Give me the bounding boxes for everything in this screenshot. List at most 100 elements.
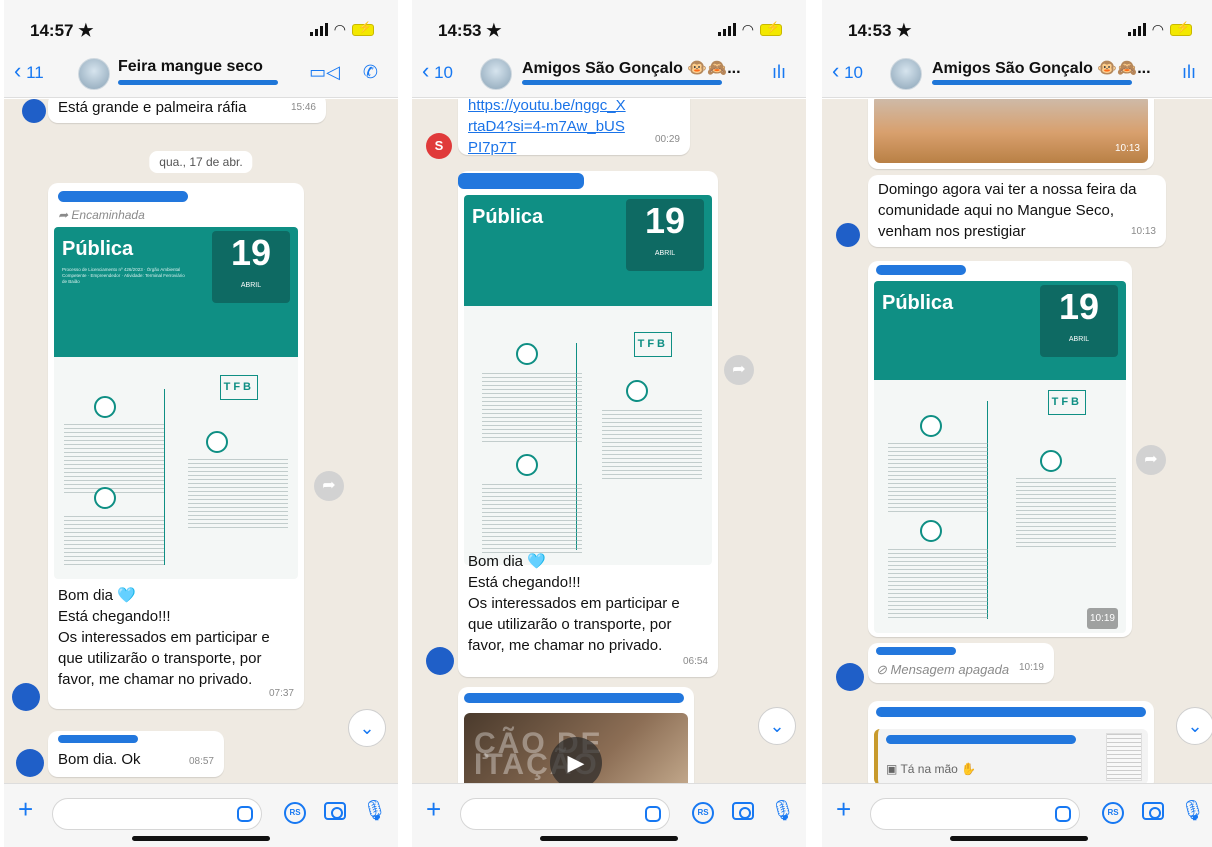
- back-button[interactable]: ‹ 11: [14, 60, 44, 83]
- forward-button[interactable]: ➦: [314, 471, 344, 501]
- camera-small-icon: ▣: [886, 762, 901, 776]
- camera-icon[interactable]: [1142, 802, 1164, 820]
- poster-text-block: [888, 442, 988, 513]
- scroll-down-button[interactable]: ⌄: [348, 709, 386, 747]
- signal-icon: [1127, 23, 1146, 36]
- poster-image[interactable]: Pública Processo de Licenciamento nº 426…: [54, 227, 298, 579]
- chat-area[interactable]: 10:13 Domingo agora vai ter a nossa feir…: [822, 99, 1212, 783]
- poster-title: Pública: [882, 292, 954, 314]
- phone-call-icon[interactable]: ✆: [363, 62, 378, 83]
- forward-icon: ➦: [58, 208, 72, 222]
- camera-icon[interactable]: [324, 802, 346, 820]
- deleted-label: ⊘ Mensagem apagada: [876, 662, 1010, 677]
- play-icon[interactable]: ▶: [550, 737, 602, 783]
- chat-title[interactable]: Amigos São Gonçalo 🐵🙈...: [932, 58, 1151, 78]
- poster-tfb-logo: TFB: [633, 331, 672, 357]
- status-icons: ◠: [309, 21, 374, 38]
- message-bubble[interactable]: Domingo agora vai ter a nossa feira da c…: [868, 175, 1166, 247]
- group-avatar[interactable]: [890, 58, 922, 90]
- lightbulb-icon: [94, 395, 116, 418]
- poster-header: Pública Processo de Licenciamento nº 426…: [54, 227, 298, 358]
- wifi-icon: ◠: [333, 21, 346, 37]
- microphone-icon[interactable]: 🎙: [770, 798, 795, 823]
- image-message[interactable]: 10:13: [868, 99, 1154, 169]
- date-divider: qua., 17 de abr.: [149, 151, 253, 173]
- back-button[interactable]: ‹ 10: [832, 60, 863, 83]
- sticker-icon[interactable]: [1055, 806, 1071, 822]
- status-bar: 14:53 ★ ◠: [822, 0, 1212, 50]
- rs-icon[interactable]: RS: [692, 802, 714, 824]
- scroll-down-button[interactable]: ⌄: [758, 707, 796, 745]
- poster-title: Pública: [472, 206, 544, 228]
- quoted-message[interactable]: ▣ Tá na mão ✋: [874, 729, 1148, 783]
- message-bubble[interactable]: Está grande e palmeira ráfia 15:46: [48, 99, 326, 123]
- reply-message[interactable]: ▣ Tá na mão ✋: [868, 701, 1154, 783]
- scroll-down-button[interactable]: ⌄: [1176, 707, 1212, 745]
- chevron-down-icon: ⌄: [1187, 716, 1203, 736]
- rs-icon[interactable]: RS: [284, 802, 306, 824]
- quote-thumbnail: [1106, 733, 1142, 781]
- youtube-link[interactable]: https://youtu.be/nggc_XrtaD4?si=4-m7Aw_b…: [468, 99, 628, 158]
- group-avatar[interactable]: [78, 58, 110, 90]
- poster-image[interactable]: Pública 19 ABRIL TFB: [464, 195, 712, 565]
- image-message[interactable]: Pública 19 ABRIL TFB 10:19: [868, 261, 1132, 637]
- wifi-icon: ◠: [1151, 21, 1164, 37]
- people-icon: [626, 380, 648, 402]
- message-input[interactable]: [870, 798, 1080, 830]
- message-bubble[interactable]: Bom dia. Ok 08:57: [48, 731, 224, 777]
- microphone-icon[interactable]: 🎙: [362, 798, 387, 823]
- chat-area[interactable]: https://youtu.be/nggc_XrtaD4?si=4-m7Aw_b…: [412, 99, 806, 783]
- video-thumbnail[interactable]: ÇÃO DE ITAÇÃO ▶: [464, 713, 688, 783]
- unread-count: 10: [844, 63, 863, 82]
- phone-1: 14:57 ★ ◠ ‹ 11 Feira mangue seco ▭◁ ✆ Es…: [4, 0, 398, 847]
- audio-call-icon[interactable]: ılı: [1182, 62, 1196, 83]
- microphone-icon: [516, 454, 538, 476]
- sticker-icon[interactable]: [237, 806, 253, 822]
- link-message[interactable]: https://youtu.be/nggc_XrtaD4?si=4-m7Aw_b…: [458, 99, 690, 158]
- video-call-icon[interactable]: ▭◁: [309, 62, 340, 83]
- sender-avatar: [16, 749, 44, 777]
- camera-icon[interactable]: [732, 802, 754, 820]
- lightbulb-icon: [516, 343, 538, 365]
- forward-button[interactable]: ➦: [1136, 445, 1166, 475]
- message-input[interactable]: [52, 798, 262, 830]
- lightbulb-icon: [920, 414, 942, 437]
- attach-plus-icon[interactable]: +: [836, 796, 851, 822]
- sender-avatar: [12, 683, 40, 711]
- people-icon: [206, 431, 228, 454]
- redacted-sender: [876, 707, 1146, 717]
- back-button[interactable]: ‹ 10: [422, 60, 453, 83]
- forward-button[interactable]: ➦: [724, 355, 754, 385]
- battery-icon: [1170, 21, 1192, 36]
- message-time: 10:13: [1130, 226, 1156, 237]
- forwarded-image-message[interactable]: ➦ Encaminhada Pública Processo de Licenc…: [48, 183, 304, 709]
- unread-count: 11: [26, 63, 44, 82]
- attach-plus-icon[interactable]: +: [426, 796, 441, 822]
- redacted-quote-author: [886, 735, 1076, 744]
- audio-call-icon[interactable]: ılı: [772, 62, 786, 83]
- chat-area[interactable]: Está grande e palmeira ráfia 15:46 qua.,…: [4, 99, 398, 783]
- chat-title[interactable]: Feira mangue seco: [118, 58, 263, 76]
- deleted-message[interactable]: ⊘ Mensagem apagada 10:19: [868, 643, 1054, 683]
- people-icon: [1040, 449, 1062, 472]
- message-input[interactable]: [460, 798, 670, 830]
- screenshot-collage: 14:57 ★ ◠ ‹ 11 Feira mangue seco ▭◁ ✆ Es…: [0, 0, 1212, 847]
- input-bar: + RS 🎙: [4, 783, 398, 847]
- message-text: Está grande e palmeira ráfia: [58, 99, 247, 116]
- image-message[interactable]: Pública 19 ABRIL TFB Bom dia 🩵 Está chega…: [458, 171, 718, 677]
- group-avatar[interactable]: [480, 58, 512, 90]
- phone-2: 14:53 ★ ◠ ‹ 10 Amigos São Gonçalo 🐵🙈... …: [412, 0, 806, 847]
- attach-plus-icon[interactable]: +: [18, 796, 33, 822]
- rs-icon[interactable]: RS: [1102, 802, 1124, 824]
- microphone-icon[interactable]: 🎙: [1180, 798, 1205, 823]
- chat-title[interactable]: Amigos São Gonçalo 🐵🙈...: [522, 58, 741, 78]
- poster-image[interactable]: Pública 19 ABRIL TFB 10:19: [874, 281, 1126, 633]
- blurred-image[interactable]: 10:13: [874, 99, 1148, 163]
- poster-header: Pública 19 ABRIL: [874, 281, 1126, 380]
- message-time: 15:46: [290, 102, 316, 113]
- video-message[interactable]: ÇÃO DE ITAÇÃO ▶: [458, 687, 694, 783]
- sticker-icon[interactable]: [645, 806, 661, 822]
- sender-avatar: [426, 647, 454, 675]
- message-text: Domingo agora vai ter a nossa feira da c…: [878, 181, 1137, 240]
- message-time: 06:54: [682, 656, 708, 667]
